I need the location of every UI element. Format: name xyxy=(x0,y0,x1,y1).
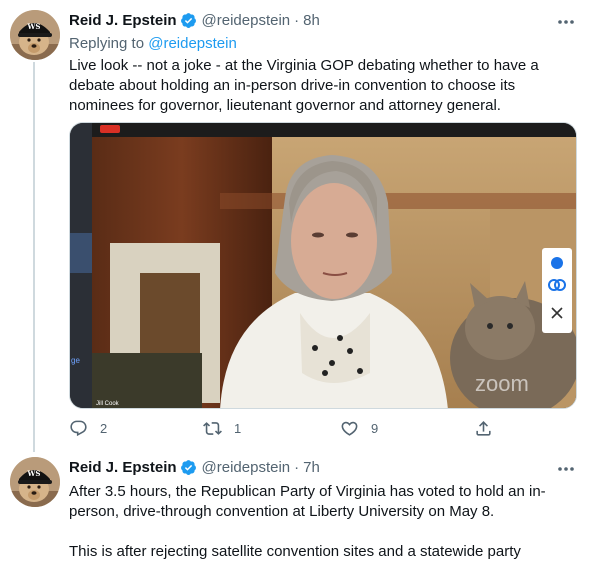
retweet-icon xyxy=(203,422,222,435)
reply-icon xyxy=(70,420,87,437)
more-icon[interactable] xyxy=(555,460,577,478)
share-button[interactable] xyxy=(474,419,493,438)
author-handle[interactable]: @reidepstein xyxy=(202,459,291,476)
avatar-image: WS xyxy=(10,10,60,60)
avatar[interactable]: WS xyxy=(10,10,60,60)
reply-count: 2 xyxy=(100,421,108,436)
retweet-button[interactable]: 1 xyxy=(203,419,241,438)
tweet-reply-2[interactable]: WS Reid J. Epstein @reidepstein · 7h Aft… xyxy=(0,445,589,561)
tweet-actions: 2 1 9 xyxy=(69,419,509,441)
replying-to-label: Replying to xyxy=(69,35,149,52)
reply-button[interactable]: 2 xyxy=(69,419,107,438)
zoom-watermark: zoom xyxy=(475,371,529,396)
like-count: 9 xyxy=(371,421,379,436)
separator-dot: · xyxy=(294,12,300,29)
tweet-header: Reid J. Epstein @reidepstein · 7h xyxy=(69,459,320,476)
more-icon[interactable] xyxy=(555,13,577,31)
tweet-timestamp[interactable]: 7h xyxy=(303,459,320,476)
like-icon xyxy=(341,421,358,436)
sidebar-fragment: ge xyxy=(71,356,80,365)
zoom-screenshot: ge Jill Cook zoom xyxy=(70,123,576,408)
zoom-people-icon[interactable] xyxy=(551,257,563,269)
tweet-text: Live look -- not a joke - at the Virgini… xyxy=(69,56,569,116)
tweet-text: After 3.5 hours, the Republican Party of… xyxy=(69,482,569,561)
verified-badge-icon xyxy=(180,12,197,29)
tweet-text-paragraph: After 3.5 hours, the Republican Party of… xyxy=(69,483,546,520)
avatar[interactable]: WS xyxy=(10,457,60,507)
share-icon xyxy=(476,421,491,436)
author-handle[interactable]: @reidepstein xyxy=(202,12,291,29)
svg-text:WS: WS xyxy=(27,469,41,478)
tweet-timestamp[interactable]: 8h xyxy=(303,12,320,29)
replying-to-line: Replying to @reidepstein xyxy=(69,35,237,52)
tweet-header: Reid J. Epstein @reidepstein · 8h xyxy=(69,12,320,29)
separator-dot: · xyxy=(294,459,300,476)
like-button[interactable]: 9 xyxy=(340,419,378,438)
replying-to-mention[interactable]: @reidepstein xyxy=(148,35,237,52)
participant-label: Jill Cook xyxy=(96,401,120,407)
tweet-reply-1[interactable]: WS Reid J. Epstein @reidepstein · 8h Rep… xyxy=(0,0,589,445)
svg-text:WS: WS xyxy=(27,22,41,31)
tweet-text-paragraph: Live look -- not a joke - at the Virgini… xyxy=(69,57,539,114)
author-name[interactable]: Reid J. Epstein xyxy=(69,459,177,476)
author-name[interactable]: Reid J. Epstein xyxy=(69,12,177,29)
retweet-count: 1 xyxy=(234,421,242,436)
avatar-image: WS xyxy=(10,457,60,507)
tweet-media-image[interactable]: ge Jill Cook zoom xyxy=(69,122,577,409)
tweet-text-paragraph: This is after rejecting satellite conven… xyxy=(69,543,521,560)
verified-badge-icon xyxy=(180,459,197,476)
